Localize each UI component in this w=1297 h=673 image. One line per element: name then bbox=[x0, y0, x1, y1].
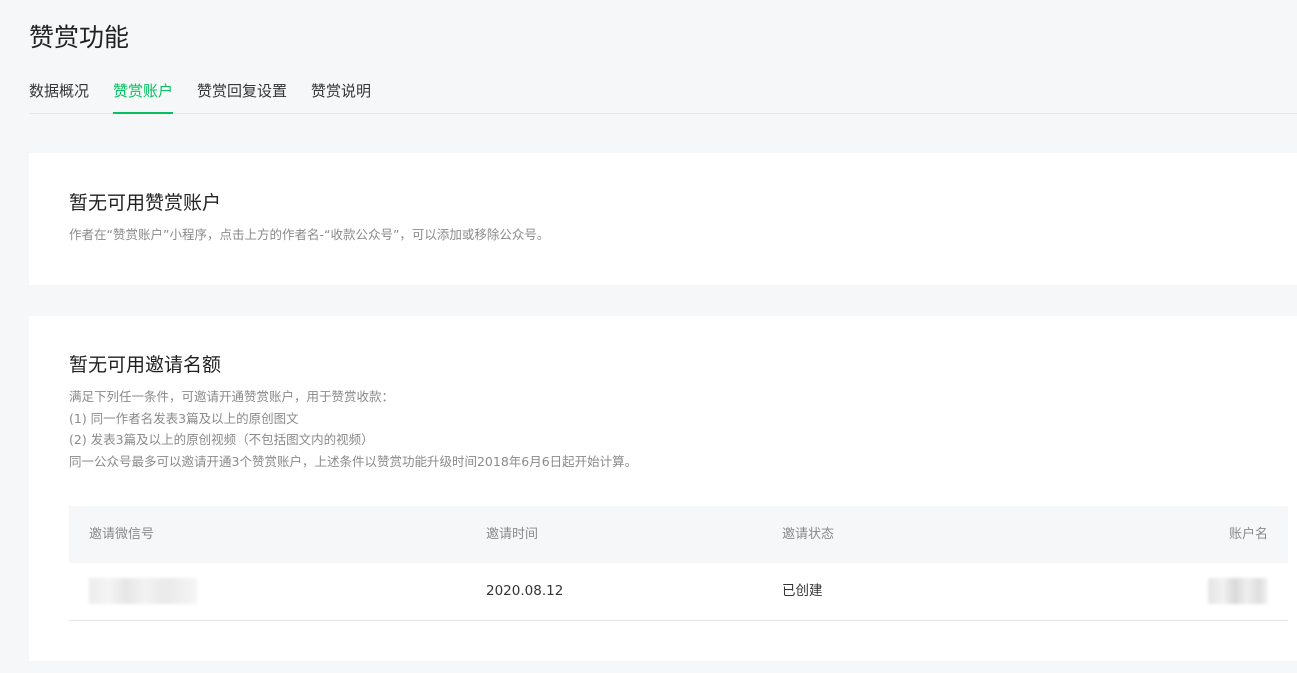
tab-reward-reply-settings[interactable]: 赞赏回复设置 bbox=[197, 70, 287, 113]
account-card: 暂无可用赞赏账户 作者在“赞赏账户”小程序，点击上方的作者名-“收款公众号”，可… bbox=[29, 153, 1297, 285]
column-header-wechat-id: 邀请微信号 bbox=[89, 527, 155, 542]
account-card-description: 作者在“赞赏账户”小程序，点击上方的作者名-“收款公众号”，可以添加或移除公众号… bbox=[69, 227, 550, 242]
column-header-invite-status: 邀请状态 bbox=[782, 527, 835, 542]
account-card-title: 暂无可用赞赏账户 bbox=[69, 192, 222, 214]
invite-card-title: 暂无可用邀请名额 bbox=[69, 354, 222, 376]
redacted-account-name bbox=[1208, 578, 1268, 604]
column-header-account-name: 账户名 bbox=[1228, 527, 1268, 542]
cell-account-name bbox=[1208, 563, 1268, 620]
invite-condition-intro: 满足下列任一条件，可邀请开通赞赏账户，用于赞赏收款： bbox=[69, 389, 395, 404]
redacted-wechat-id bbox=[89, 578, 197, 604]
invite-condition-note: 同一公众号最多可以邀请开通3个赞赏账户，上述条件以赞赏功能升级时间2018年6月… bbox=[69, 453, 638, 469]
tab-data-overview[interactable]: 数据概况 bbox=[29, 70, 89, 113]
cell-invite-time: 2020.08.12 bbox=[486, 583, 564, 599]
invite-condition-1: (1) 同一作者名发表3篇及以上的原创图文 bbox=[69, 410, 299, 426]
table-row: 2020.08.12 已创建 bbox=[69, 563, 1288, 621]
invite-card: 暂无可用邀请名额 满足下列任一条件，可邀请开通赞赏账户，用于赞赏收款： (1) … bbox=[29, 316, 1297, 661]
tab-reward-instructions[interactable]: 赞赏说明 bbox=[311, 70, 371, 113]
tab-bar: 数据概况 赞赏账户 赞赏回复设置 赞赏说明 bbox=[29, 70, 1297, 114]
table-header: 邀请微信号 邀请时间 邀请状态 账户名 bbox=[69, 506, 1288, 563]
tab-reward-account[interactable]: 赞赏账户 bbox=[113, 70, 174, 114]
invite-table: 邀请微信号 邀请时间 邀请状态 账户名 2020.08.12 已创建 bbox=[69, 506, 1288, 621]
column-header-invite-time: 邀请时间 bbox=[486, 527, 539, 542]
page-title: 赞赏功能 bbox=[29, 23, 130, 52]
invite-condition-2: (2) 发表3篇及以上的原创视频（不包括图文内的视频） bbox=[69, 432, 374, 447]
invite-conditions: 满足下列任一条件，可邀请开通赞赏账户，用于赞赏收款： (1) 同一作者名发表3篇… bbox=[69, 386, 637, 472]
cell-wechat-id bbox=[89, 563, 197, 620]
cell-invite-status: 已创建 bbox=[782, 583, 823, 599]
